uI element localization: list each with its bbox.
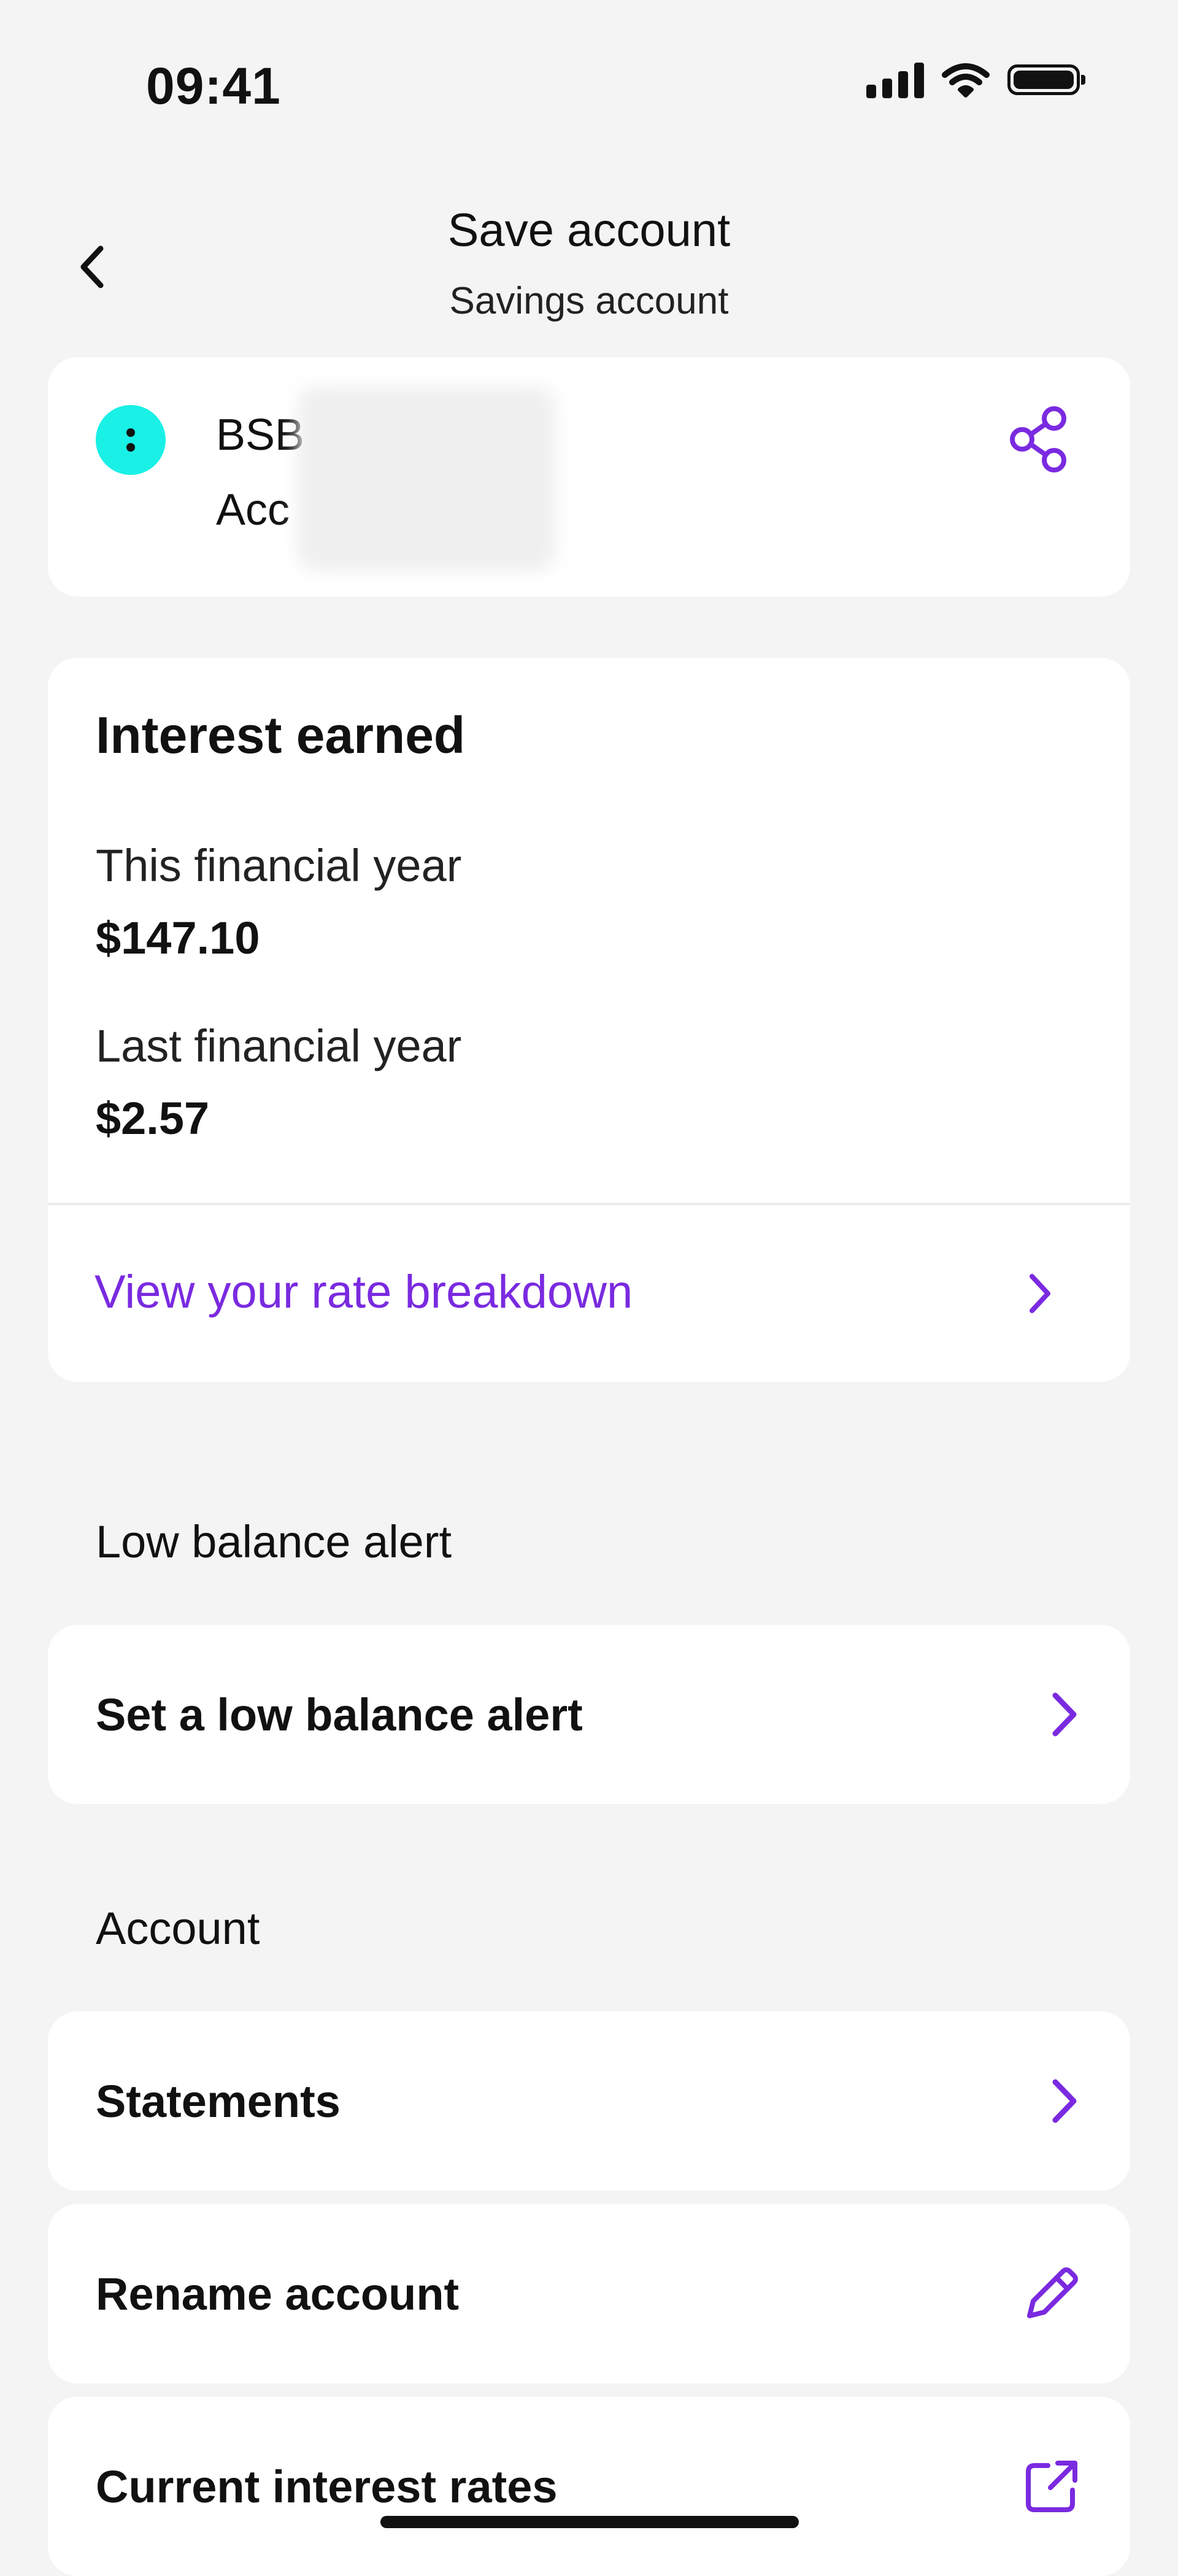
share-button[interactable] (1006, 405, 1086, 479)
battery-icon (1007, 64, 1085, 95)
wifi-icon (942, 63, 990, 98)
status-time: 09:41 (146, 57, 281, 115)
account-avatar[interactable] (96, 405, 166, 475)
rename-account-label: Rename account (96, 2268, 460, 2320)
last-financial-year-label: Last financial year (96, 1020, 462, 1071)
current-interest-rates-row[interactable]: Current interest rates (48, 2397, 1130, 2576)
set-low-balance-alert-label: Set a low balance alert (96, 1689, 583, 1740)
last-financial-year-value: $2.57 (96, 1093, 210, 1144)
page-title: Save account (447, 204, 731, 256)
current-interest-rates-label: Current interest rates (96, 2461, 558, 2512)
status-icons (866, 61, 1085, 98)
account-details-card (48, 357, 1130, 596)
bsb-label: BSB (216, 411, 305, 460)
cellular-signal-icon (866, 61, 924, 98)
rename-account-row[interactable]: Rename account (48, 2204, 1130, 2383)
low-balance-section-title: Low balance alert (96, 1516, 452, 1567)
account-section-title: Account (96, 1903, 260, 1954)
this-financial-year-label: This financial year (96, 840, 462, 891)
account-number-label: Acc (216, 485, 290, 534)
chevron-right-icon[interactable] (1021, 1269, 1058, 1318)
external-link-icon (1026, 2461, 1077, 2512)
this-financial-year-value: $147.10 (96, 912, 260, 963)
share-icon (1010, 406, 1066, 472)
divider (48, 1203, 1130, 1205)
chevron-right-icon (1052, 2079, 1077, 2123)
interest-earned-title: Interest earned (96, 706, 466, 764)
statements-label: Statements (96, 2075, 341, 2127)
statements-row[interactable]: Statements (48, 2011, 1130, 2191)
pencil-icon (1027, 2267, 1078, 2318)
chevron-right-icon (1052, 1692, 1077, 1737)
view-rate-breakdown-link[interactable]: View your rate breakdown (94, 1265, 633, 1319)
page-subtitle: Savings account (449, 280, 729, 322)
redacted-account-details (298, 387, 555, 571)
home-indicator[interactable] (380, 2516, 799, 2528)
set-low-balance-alert-row[interactable]: Set a low balance alert (48, 1625, 1130, 1804)
